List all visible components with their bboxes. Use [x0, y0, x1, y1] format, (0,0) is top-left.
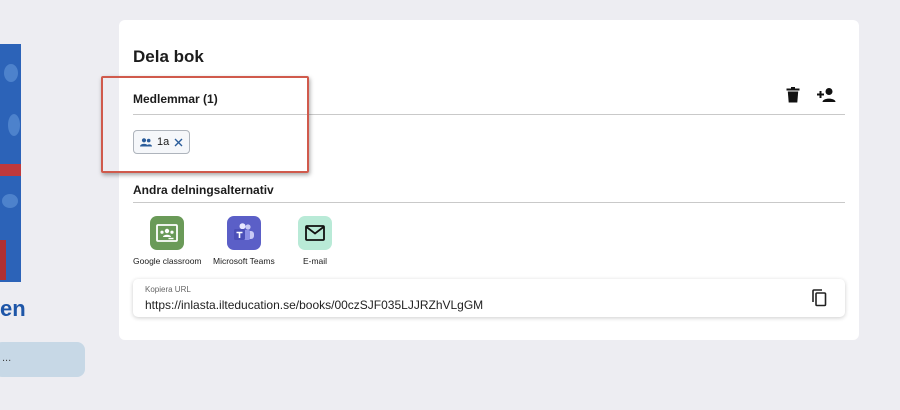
- add-person-icon: [817, 87, 837, 108]
- share-google-classroom-button[interactable]: Google classroom: [133, 216, 202, 266]
- member-chip-label: 1a: [157, 136, 170, 148]
- other-options-divider: [133, 202, 845, 203]
- book-cover-image: [0, 44, 21, 282]
- copy-url-label: Kopiera URL: [145, 285, 191, 294]
- remove-member-button[interactable]: [174, 138, 183, 147]
- page-title: Dela bok: [133, 47, 204, 66]
- members-divider: [133, 114, 845, 115]
- members-heading: Medlemmar (1): [133, 92, 218, 106]
- copy-url-button[interactable]: [809, 288, 829, 308]
- book-title-fragment: en: [0, 296, 26, 321]
- delete-icon: [786, 86, 800, 108]
- mail-icon: [298, 216, 332, 250]
- google-classroom-icon: [150, 216, 185, 250]
- share-option-label: Microsoft Teams: [213, 256, 275, 266]
- member-chip-1a: 1a: [133, 130, 191, 154]
- share-microsoft-teams-button[interactable]: Microsoft Teams: [213, 216, 275, 266]
- microsoft-teams-icon: [226, 216, 261, 250]
- copy-url-field[interactable]: Kopiera URL https://inlasta.ilteducation…: [133, 279, 845, 317]
- group-icon: [140, 137, 152, 147]
- share-url-value[interactable]: https://inlasta.ilteducation.se/books/00…: [145, 298, 483, 312]
- left-pill-button[interactable]: ...: [0, 342, 85, 377]
- copy-icon: [811, 289, 827, 307]
- other-options-heading: Andra delningsalternativ: [133, 183, 274, 197]
- left-pill-text: ...: [2, 352, 12, 364]
- add-member-button[interactable]: [816, 86, 838, 108]
- close-icon: [174, 138, 183, 147]
- share-email-button[interactable]: E-mail: [298, 216, 332, 266]
- share-book-card: Dela bok Medlemmar (1) 1a Andra delnings…: [119, 20, 859, 340]
- share-option-label: Google classroom: [133, 256, 202, 266]
- delete-button[interactable]: [782, 86, 804, 108]
- share-option-label: E-mail: [302, 256, 328, 266]
